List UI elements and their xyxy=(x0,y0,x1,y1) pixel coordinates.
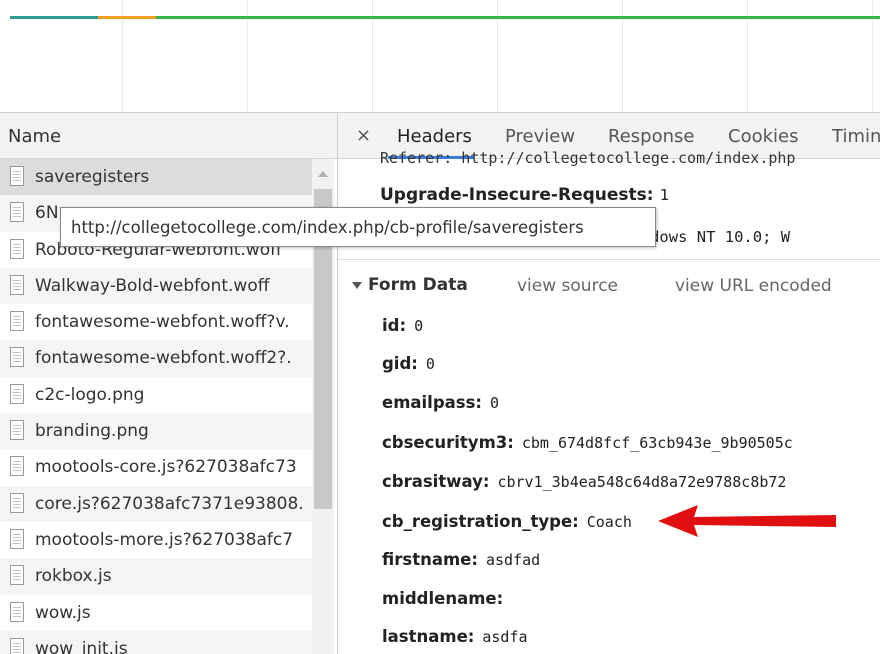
name-column-header[interactable]: Name xyxy=(0,113,338,159)
tooltip-url: http://collegetocollege.com/index.php/cb… xyxy=(71,218,584,237)
header-key: Upgrade-Insecure-Requests: xyxy=(380,185,654,205)
file-icon xyxy=(10,492,24,513)
request-detail-panel: × Headers Preview Response Cookies Timin… xyxy=(338,113,880,654)
request-name: fontawesome-webfont.woff2?. xyxy=(35,348,292,369)
clipped-header-line: Referer: http://collegetocollege.com/ind… xyxy=(380,149,796,167)
file-icon xyxy=(10,601,24,622)
timeline-bar-orange xyxy=(98,16,156,19)
request-row[interactable]: mootools-core.js?627038afc73 xyxy=(0,449,312,485)
request-name: rokbox.js xyxy=(35,566,112,587)
request-row[interactable]: c2c-logo.png xyxy=(0,377,312,413)
form-data-key: lastname: xyxy=(382,627,475,646)
form-data-key: gid: xyxy=(382,354,418,373)
request-name: Walkway-Bold-webfont.woff xyxy=(35,275,270,296)
form-data-key: cbrasitway: xyxy=(382,472,490,491)
tab-response[interactable]: Response xyxy=(608,126,694,147)
file-icon xyxy=(10,420,24,441)
header-value: 1 xyxy=(659,186,669,204)
file-icon xyxy=(10,347,24,368)
form-data-key: firstname: xyxy=(382,550,478,569)
request-name: saveregisters xyxy=(35,167,150,187)
file-icon xyxy=(10,202,24,223)
form-data-row: firstname: asdfad xyxy=(382,550,540,569)
file-icon xyxy=(10,311,24,332)
file-icon xyxy=(10,565,24,586)
form-data-row: lastname: asdfa xyxy=(382,627,528,646)
form-data-row: id: 0 xyxy=(382,316,423,335)
file-icon xyxy=(10,528,24,549)
form-data-title: Form Data xyxy=(368,275,468,295)
request-row[interactable]: wow.js xyxy=(0,595,312,631)
file-icon xyxy=(10,166,24,186)
request-name: core.js?627038afc7371e93808. xyxy=(35,493,304,514)
file-icon xyxy=(10,637,24,654)
request-name: wow_init.js xyxy=(35,638,128,654)
request-row[interactable]: rokbox.js xyxy=(0,558,312,595)
request-row[interactable]: saveregisters xyxy=(0,159,312,196)
form-data-value: asdfa xyxy=(482,628,528,646)
request-row[interactable]: wow_init.js xyxy=(0,630,312,654)
request-row[interactable]: mootools-more.js?627038afc7 xyxy=(0,522,312,558)
form-data-value: cbrv1_3b4ea548c64d8a72e9788c8b72 xyxy=(497,473,787,491)
request-name: branding.png xyxy=(35,421,149,442)
timeline-overview[interactable] xyxy=(0,0,880,113)
request-row[interactable]: core.js?627038afc7371e93808. xyxy=(0,485,312,522)
form-data-row: emailpass: 0 xyxy=(382,393,499,412)
form-data-key: emailpass: xyxy=(382,393,483,412)
tab-timing[interactable]: Timing xyxy=(832,126,880,147)
request-row[interactable]: fontawesome-webfont.woff2?. xyxy=(0,340,312,377)
request-row[interactable]: fontawesome-webfont.woff?v. xyxy=(0,304,312,340)
form-data-value: Coach xyxy=(586,513,632,531)
request-name: c2c-logo.png xyxy=(35,384,145,405)
request-name: wow.js xyxy=(35,602,91,623)
form-data-value: 0 xyxy=(490,394,500,412)
form-data-row: cbsecuritym3: cbm_674d8fcf_63cb943e_9b905… xyxy=(382,433,793,452)
name-column-label: Name xyxy=(8,126,62,147)
red-arrow-annotation xyxy=(658,505,836,537)
form-data-value: cbm_674d8fcf_63cb943e_9b90505c xyxy=(521,434,793,452)
form-data-row: cbrasitway: cbrv1_3b4ea548c64d8a72e9788c8… xyxy=(382,472,786,491)
file-icon xyxy=(10,456,24,477)
form-data-value: 0 xyxy=(414,317,424,335)
request-name: mootools-core.js?627038afc73 xyxy=(35,457,297,478)
request-name: mootools-more.js?627038afc7 xyxy=(35,529,294,550)
tab-headers[interactable]: Headers xyxy=(397,126,472,147)
scroll-up-arrow-icon[interactable] xyxy=(318,171,328,177)
expand-triangle-icon xyxy=(352,281,362,289)
request-list-panel: Name saveregisters 6N Roboto-Regular-webfo… xyxy=(0,113,338,654)
form-data-key: id: xyxy=(382,316,407,335)
file-icon xyxy=(10,383,24,404)
timeline-bar-green xyxy=(156,16,880,19)
header-row: Upgrade-Insecure-Requests: 1 xyxy=(380,185,669,205)
tab-preview[interactable]: Preview xyxy=(505,126,575,147)
form-data-section-toggle[interactable]: Form Data xyxy=(352,275,468,295)
form-data-key: cbsecuritym3: xyxy=(382,433,514,452)
file-icon xyxy=(10,238,24,259)
form-data-key: cb_registration_type: xyxy=(382,512,579,531)
section-separator xyxy=(338,259,880,260)
timeline-bar-teal xyxy=(10,16,98,19)
url-tooltip: http://collegetocollege.com/index.php/cb… xyxy=(60,207,656,247)
view-source-link[interactable]: view source xyxy=(517,276,618,296)
form-data-row: cb_registration_type: Coach xyxy=(382,512,632,531)
form-data-value: 0 xyxy=(425,355,435,373)
close-icon[interactable]: × xyxy=(356,125,371,146)
view-url-encoded-link[interactable]: view URL encoded xyxy=(675,276,832,296)
form-data-key: middlename: xyxy=(382,589,504,608)
request-name: fontawesome-webfont.woff?v. xyxy=(35,312,290,333)
request-row[interactable]: branding.png xyxy=(0,413,312,450)
form-data-value: asdfad xyxy=(485,551,541,569)
form-data-row: middlename: xyxy=(382,589,511,608)
file-icon xyxy=(10,274,24,295)
tab-cookies[interactable]: Cookies xyxy=(728,126,798,147)
request-row[interactable]: Walkway-Bold-webfont.woff xyxy=(0,267,312,305)
form-data-row: gid: 0 xyxy=(382,354,435,373)
